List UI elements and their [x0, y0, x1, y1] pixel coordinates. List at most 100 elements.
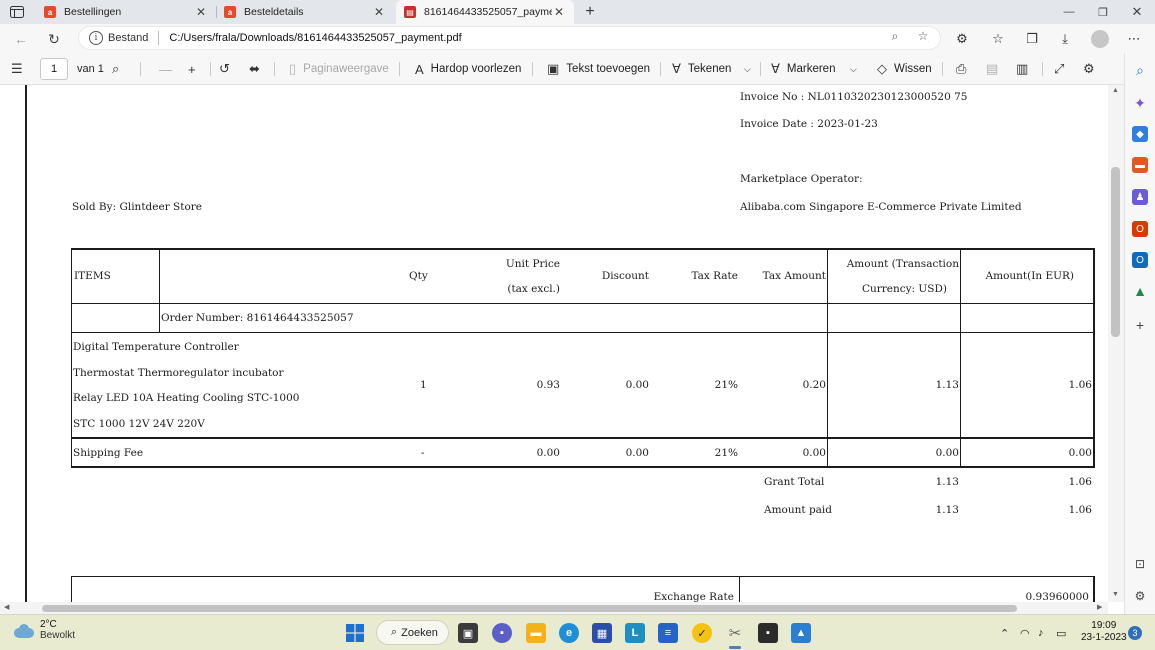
highlight-label: Markeren	[786, 63, 836, 75]
add-favorite-icon[interactable]: ☆	[914, 27, 932, 45]
exchange-table-border-right	[1093, 576, 1095, 602]
zoom-in-icon[interactable]: +	[188, 53, 203, 85]
copilot-sparkle-icon[interactable]: ✦	[1132, 95, 1148, 111]
maximize-button[interactable]: ❐	[1086, 0, 1120, 24]
weather-widget[interactable]: 2°C Bewolkt	[12, 619, 75, 642]
table-col-divider	[827, 248, 828, 468]
downloads-icon[interactable]: ⤓	[1054, 28, 1076, 50]
sold-by: Sold By: Glintdeer Store	[72, 201, 203, 213]
todo-check-icon[interactable]: ✓	[692, 623, 712, 643]
toolbar-separator	[210, 62, 211, 76]
draw-button[interactable]: ∀ Tekenen	[672, 53, 731, 85]
exchange-table-col-divider	[739, 576, 740, 602]
scroll-right-icon[interactable]: ▶	[1097, 603, 1102, 611]
highlight-options-chevron-down-icon[interactable]: ⌵	[850, 53, 857, 85]
vertical-scroll-thumb[interactable]	[1111, 167, 1120, 337]
games-icon[interactable]: ♟	[1132, 189, 1148, 205]
hide-sidebar-icon[interactable]: ⊡	[1132, 556, 1148, 572]
settings-gear-icon[interactable]: ⚙	[1083, 53, 1102, 85]
tab-payment-pdf[interactable]: ▤ 8161464433525057_payment.pdf ✕	[396, 0, 574, 24]
omnibox[interactable]: i Bestand C:/Users/frala/Downloads/81614…	[78, 26, 941, 50]
shopping-tag-icon[interactable]: ◆	[1132, 126, 1148, 142]
minimize-button[interactable]: —	[1052, 0, 1086, 24]
contents-icon[interactable]: ☰	[11, 53, 30, 85]
find-icon[interactable]: ⌕	[112, 53, 126, 85]
volume-icon[interactable]: ♪	[1038, 615, 1044, 650]
tab-bestellingen[interactable]: a Bestellingen ✕	[36, 0, 216, 24]
scroll-down-icon[interactable]: ▼	[1112, 591, 1119, 598]
highlight-button[interactable]: ∀ Markeren	[771, 53, 835, 85]
add-text-button[interactable]: ▣ Tekst toevoegen	[547, 53, 650, 85]
save-as-icon[interactable]: ▥	[1016, 53, 1035, 85]
shipping-tax-amount: 0.00	[802, 447, 826, 459]
add-sidebar-item-icon[interactable]: +	[1132, 317, 1148, 333]
draw-options-chevron-down-icon[interactable]: ⌵	[744, 53, 751, 85]
tools-icon[interactable]: ▬	[1132, 157, 1148, 173]
extensions-icon[interactable]: ⚙	[951, 28, 973, 50]
close-icon[interactable]: ✕	[194, 5, 208, 19]
aliexpress-icon: a	[224, 6, 236, 18]
tab-actions-icon[interactable]	[6, 3, 28, 21]
collections-icon[interactable]: ❐	[1021, 28, 1043, 50]
toolbar-separator	[760, 62, 761, 76]
read-aloud-button[interactable]: A Hardop voorlezen	[415, 53, 521, 85]
amount-paid-usd: 1.13	[935, 504, 959, 516]
taskbar-search[interactable]: ⌕ Zoeken	[376, 620, 449, 645]
fullscreen-icon[interactable]: ⤢	[1054, 53, 1071, 85]
close-window-button[interactable]: ✕	[1120, 0, 1154, 24]
shipping-discount: 0.00	[625, 447, 649, 459]
page-view-button[interactable]: ▯ Paginaweergave	[289, 53, 389, 85]
office-icon[interactable]: O	[1132, 221, 1148, 237]
app-l-icon[interactable]: L	[625, 623, 645, 643]
wifi-icon[interactable]: ◠	[1020, 615, 1030, 650]
snipping-tool-icon[interactable]: ✂	[725, 623, 745, 643]
zoom-icon[interactable]: ⌕	[886, 27, 904, 45]
photos-icon[interactable]: ▲	[791, 623, 811, 643]
store-icon[interactable]: ▦	[592, 623, 612, 643]
pdf-document-viewport[interactable]: Invoice No : NL0110320230123000520 75 In…	[0, 85, 1108, 602]
page-number-input[interactable]: 1	[40, 58, 68, 80]
edge-icon[interactable]: e	[559, 623, 579, 643]
vertical-scrollbar[interactable]: ▲ ▼	[1108, 85, 1124, 602]
start-windows-icon[interactable]	[345, 623, 365, 643]
scroll-left-icon[interactable]: ◀	[4, 603, 9, 611]
show-hidden-icons-chevron-up-icon[interactable]: ⌃	[1000, 615, 1009, 650]
system-clock[interactable]: 19:09 23-1-2023	[1081, 620, 1127, 644]
close-icon[interactable]: ✕	[372, 5, 386, 19]
info-icon[interactable]: i	[89, 31, 103, 45]
terminal-icon[interactable]: ▪	[758, 623, 778, 643]
table-border-top	[71, 248, 1095, 250]
rotate-icon[interactable]: ↺	[219, 53, 237, 85]
teams-chat-icon[interactable]: ▪	[492, 623, 512, 643]
erase-button[interactable]: ◇ Wissen	[877, 53, 932, 85]
refresh-button[interactable]: ↻	[43, 28, 65, 50]
drop-icon[interactable]: ▲	[1132, 283, 1148, 299]
table-rule	[71, 303, 1095, 304]
save-icon[interactable]: ▤	[986, 53, 1005, 85]
more-menu-icon[interactable]: ⋯	[1123, 28, 1145, 50]
exchange-table-border-top	[71, 576, 1095, 577]
fit-page-icon[interactable]: ⬌	[249, 53, 267, 85]
outlook-icon[interactable]: O	[1132, 252, 1148, 268]
grant-total-label: Grant Total	[764, 476, 825, 488]
url-text[interactable]: C:/Users/frala/Downloads/816146443352505…	[169, 32, 461, 44]
profile-avatar[interactable]	[1091, 30, 1109, 48]
horizontal-scroll-thumb[interactable]	[42, 605, 1017, 612]
toolbar-separator	[1042, 62, 1043, 76]
sidebar-settings-gear-icon[interactable]: ⚙	[1132, 588, 1148, 604]
notepad-icon[interactable]: ≡	[658, 623, 678, 643]
horizontal-scrollbar[interactable]: ◀ ▶	[0, 602, 1108, 614]
battery-icon[interactable]: ▭	[1056, 615, 1066, 650]
notification-badge[interactable]: 3	[1128, 626, 1142, 640]
search-icon[interactable]: ⌕	[1132, 62, 1148, 78]
task-view-icon[interactable]: ▣	[458, 623, 478, 643]
scroll-up-icon[interactable]: ▲	[1112, 87, 1119, 94]
file-explorer-icon[interactable]: ▬	[526, 623, 546, 643]
tab-besteldetails[interactable]: a Besteldetails ✕	[216, 0, 394, 24]
back-button[interactable]: ←	[10, 28, 32, 50]
new-tab-button[interactable]: +	[580, 2, 600, 22]
zoom-out-icon[interactable]: —	[159, 53, 179, 85]
print-icon[interactable]: ⎙	[956, 53, 973, 85]
close-icon[interactable]: ✕	[552, 5, 566, 19]
favorites-icon[interactable]: ☆	[987, 28, 1009, 50]
